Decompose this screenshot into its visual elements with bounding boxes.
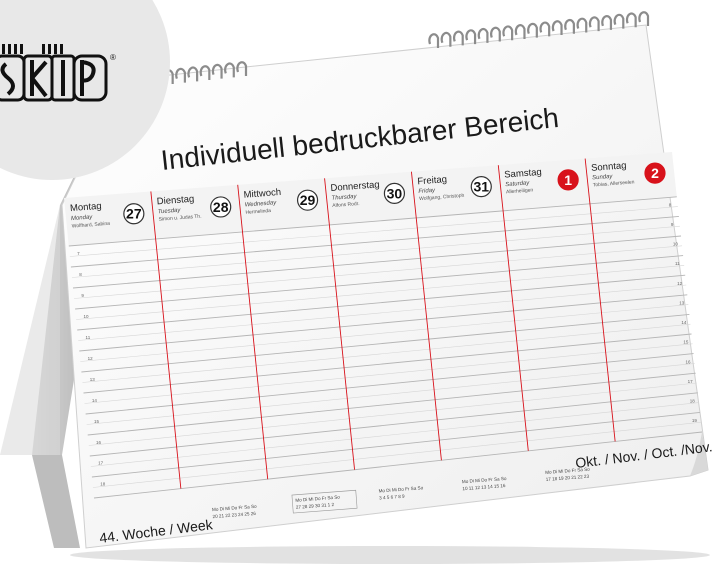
- wire-loop: [502, 25, 514, 41]
- hour-label-left: 12: [88, 356, 94, 361]
- wire-loop: [613, 13, 625, 29]
- date-number: 31: [473, 179, 489, 195]
- wire-loop: [564, 18, 575, 34]
- hour-label-left: 13: [90, 377, 96, 382]
- wire-loop: [490, 26, 501, 42]
- hour-label-left: 16: [96, 440, 102, 445]
- hour-label-right: 10: [673, 242, 679, 247]
- wire-loop: [576, 17, 588, 33]
- logo-ring: [14, 44, 17, 54]
- hour-label-right: 16: [686, 359, 692, 364]
- date-number: 2: [651, 165, 659, 181]
- date-number: 30: [387, 185, 403, 201]
- wire-loop: [638, 11, 650, 26]
- registered-mark: ®: [110, 53, 116, 62]
- logo-ring: [60, 44, 63, 54]
- date-number: 29: [300, 192, 316, 208]
- hour-label-right: 13: [679, 300, 685, 305]
- wire-loop: [601, 15, 613, 30]
- hour-label-right: 14: [681, 320, 687, 325]
- wire-loop: [625, 12, 637, 28]
- day-name-de: Freitag: [417, 174, 447, 187]
- wire-loop: [551, 20, 563, 36]
- date-number: 1: [564, 172, 572, 188]
- hour-label-right: 11: [675, 261, 680, 266]
- hour-label-left: 15: [94, 419, 100, 424]
- wire-loop: [440, 31, 452, 47]
- hour-label-right: 15: [683, 340, 689, 345]
- wire-loop: [477, 28, 489, 43]
- hour-label-right: 17: [688, 379, 694, 384]
- wire-loop: [465, 29, 477, 45]
- hour-label-left: 11: [86, 335, 91, 340]
- hour-label-right: 19: [692, 418, 698, 423]
- date-number: 28: [213, 199, 229, 215]
- wire-loop: [539, 21, 551, 37]
- logo-ring: [48, 44, 51, 54]
- desk-calendar-photo: Individuell bedruckbarer Bereich MontagM…: [0, 0, 712, 564]
- wire-loop: [527, 22, 538, 38]
- logo-ring: [8, 44, 11, 54]
- logo-ring: [20, 44, 23, 54]
- wire-loop: [452, 30, 464, 46]
- hour-label-left: 17: [98, 461, 104, 466]
- wire-loop: [514, 24, 526, 39]
- hour-label-left: 10: [83, 314, 89, 319]
- calendar-shadow: [70, 546, 710, 564]
- wire-loop: [588, 16, 600, 32]
- hour-label-right: 12: [677, 281, 683, 286]
- hour-label-left: 18: [100, 482, 106, 487]
- hour-label-right: 18: [690, 399, 696, 404]
- wire-loop: [428, 33, 440, 48]
- logo-ring: [42, 44, 45, 54]
- logo-ring: [2, 44, 5, 54]
- hour-label-left: 14: [92, 398, 98, 403]
- date-number: 27: [126, 206, 142, 222]
- logo-ring: [54, 44, 57, 54]
